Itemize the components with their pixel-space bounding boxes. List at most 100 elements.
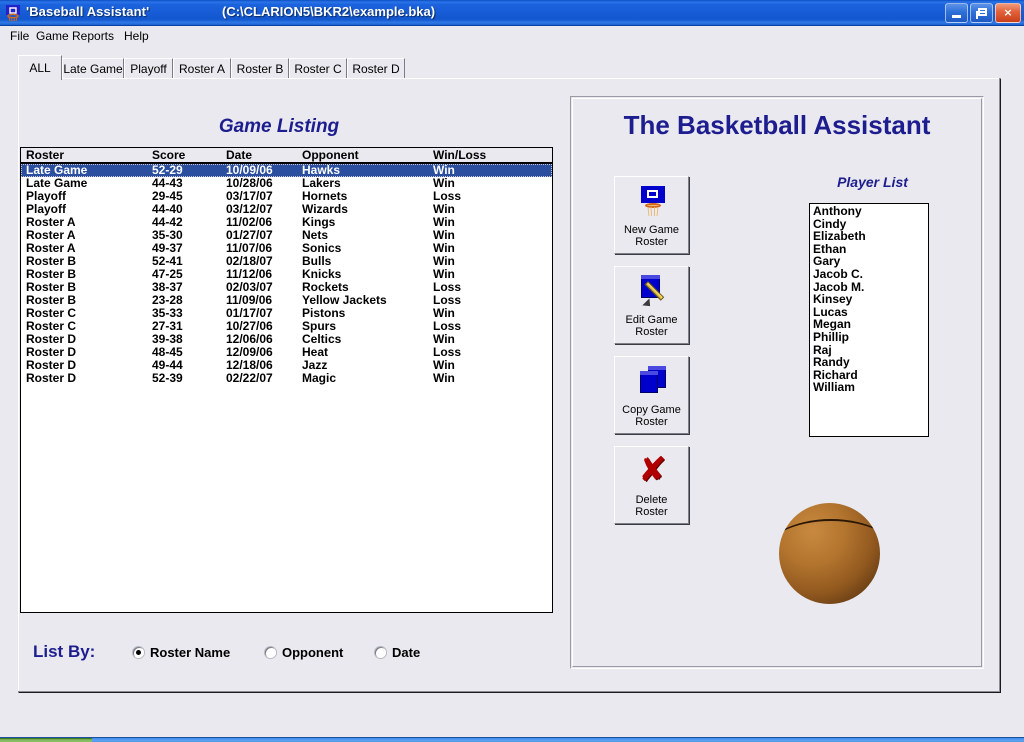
- window-controls: ×: [945, 3, 1021, 23]
- close-button[interactable]: ×: [995, 3, 1021, 23]
- player-list-box[interactable]: AnthonyCindyElizabethEthanGaryJacob C.Ja…: [809, 203, 929, 437]
- button-label-line2: Roster: [615, 236, 688, 248]
- menu-item-reports[interactable]: Reports: [68, 28, 118, 44]
- table-row[interactable]: Roster B52-4102/18/07BullsWin: [21, 255, 552, 268]
- column-header-date[interactable]: Date: [226, 148, 252, 162]
- copy-pages-icon: [615, 360, 690, 404]
- menu-item-file[interactable]: File: [6, 28, 33, 44]
- menu-item-game[interactable]: Game: [32, 28, 73, 44]
- list-item[interactable]: Randy: [810, 356, 928, 369]
- hoop-square: [647, 190, 658, 198]
- column-header-opponent[interactable]: Opponent: [302, 148, 359, 162]
- tab-roster-c[interactable]: Roster C: [289, 58, 347, 79]
- button-label-line1: Edit Game: [615, 314, 688, 326]
- copy-game-roster-button[interactable]: Copy GameRoster: [614, 356, 689, 434]
- list-item[interactable]: Anthony: [810, 205, 928, 218]
- radio-dot-icon: [265, 647, 276, 658]
- list-item[interactable]: Phillip: [810, 331, 928, 344]
- button-label-line2: Roster: [615, 416, 688, 428]
- radio-opponent[interactable]: Opponent: [265, 645, 343, 661]
- new-game-roster-button[interactable]: New GameRoster: [614, 176, 689, 254]
- table-row[interactable]: Roster C35-3301/17/07PistonsWin: [21, 307, 552, 320]
- basketball-seam-horizontal: [779, 519, 880, 593]
- close-icon: ×: [996, 4, 1020, 22]
- radio-date[interactable]: Date: [375, 645, 420, 661]
- table-row[interactable]: Late Game52-2910/09/06HawksWin: [21, 164, 552, 177]
- copy-page-back-top: [648, 366, 666, 370]
- table-row[interactable]: Late Game44-4310/28/06LakersWin: [21, 177, 552, 190]
- title-bar: 'Baseball Assistant' (C:\CLARION5\BKR2\e…: [0, 0, 1024, 26]
- game-listing-header: Roster Score Date Opponent Win/Loss: [21, 148, 552, 164]
- cell-date: 02/22/07: [226, 372, 273, 385]
- tab-all[interactable]: ALL: [18, 55, 62, 80]
- table-row[interactable]: Roster A44-4211/02/06KingsWin: [21, 216, 552, 229]
- cell-winloss: Win: [433, 372, 455, 385]
- game-listing-listbox[interactable]: Roster Score Date Opponent Win/Loss Late Gam…: [20, 147, 553, 613]
- list-item[interactable]: Elizabeth: [810, 230, 928, 243]
- game-listing-title: Game Listing: [21, 116, 537, 138]
- list-item[interactable]: William: [810, 381, 928, 394]
- window-title: 'Baseball Assistant': [26, 4, 149, 19]
- table-row[interactable]: Playoff29-4503/17/07HornetsLoss: [21, 190, 552, 203]
- minimize-button[interactable]: [945, 3, 968, 23]
- table-row[interactable]: Roster D48-4512/09/06HeatLoss: [21, 346, 552, 359]
- column-header-score[interactable]: Score: [152, 148, 185, 162]
- table-row[interactable]: Roster A49-3711/07/06SonicsWin: [21, 242, 552, 255]
- radio-roster-name[interactable]: Roster Name: [133, 645, 230, 661]
- start-button[interactable]: [0, 738, 92, 742]
- table-row[interactable]: Roster B47-2511/12/06KnicksWin: [21, 268, 552, 281]
- delete-x-mark: ✘: [615, 452, 690, 488]
- radio-label: Opponent: [282, 645, 343, 660]
- table-row[interactable]: Roster B23-2811/09/06Yellow JacketsLoss: [21, 294, 552, 307]
- delete-x-icon: ✘: [615, 450, 690, 494]
- button-label-line2: Roster: [615, 506, 688, 518]
- cell-roster: Roster D: [26, 372, 76, 385]
- list-item[interactable]: Jacob C.: [810, 268, 928, 281]
- window-file-path: (C:\CLARION5\BKR2\example.bka): [222, 4, 435, 19]
- list-by-label: List By:: [33, 642, 95, 662]
- edit-pencil-icon: [615, 270, 690, 314]
- column-header-roster[interactable]: Roster: [26, 148, 64, 162]
- tab-late-game[interactable]: Late Game: [62, 58, 124, 79]
- menu-item-help[interactable]: Help: [120, 28, 153, 44]
- tab-playoff[interactable]: Playoff: [124, 58, 173, 79]
- table-row[interactable]: Roster D39-3812/06/06CelticsWin: [21, 333, 552, 346]
- button-label-line1: New Game: [615, 224, 688, 236]
- cell-opponent: Magic: [302, 372, 336, 385]
- restore-icon-back: [976, 11, 985, 19]
- player-list-title: Player List: [800, 174, 945, 190]
- table-row[interactable]: Playoff44-4003/12/07WizardsWin: [21, 203, 552, 216]
- pencil-tip: [642, 298, 653, 309]
- radio-dot-icon: [375, 647, 386, 658]
- button-label-line1: Delete: [615, 494, 688, 506]
- basketball-hoop-icon: [4, 4, 22, 22]
- radio-label: Roster Name: [150, 645, 230, 660]
- tab-roster-d[interactable]: Roster D: [347, 58, 405, 79]
- table-row[interactable]: Roster B38-3702/03/07RocketsLoss: [21, 281, 552, 294]
- column-header-winloss[interactable]: Win/Loss: [433, 148, 486, 162]
- table-row[interactable]: Roster A35-3001/27/07NetsWin: [21, 229, 552, 242]
- minimize-icon: [952, 15, 961, 18]
- radio-label: Date: [392, 645, 420, 660]
- cell-score: 52-39: [152, 372, 183, 385]
- copy-page-front-top: [640, 371, 658, 375]
- hoop-net: [647, 207, 659, 216]
- table-row[interactable]: Roster D 52-39 02/22/07 Magic Win: [21, 372, 552, 385]
- application-window: 'Baseball Assistant' (C:\CLARION5\BKR2\e…: [0, 0, 1024, 742]
- delete-roster-button[interactable]: ✘ DeleteRoster: [614, 446, 689, 524]
- edit-page-top: [641, 275, 660, 279]
- basketball-hoop-icon: [615, 180, 690, 224]
- assistant-title: The Basketball Assistant: [572, 110, 982, 141]
- tab-roster-a[interactable]: Roster A: [173, 58, 231, 79]
- edit-game-roster-button[interactable]: Edit GameRoster: [614, 266, 689, 344]
- table-row[interactable]: Roster C27-3110/27/06SpursLoss: [21, 320, 552, 333]
- restore-button[interactable]: [970, 3, 993, 23]
- taskbar[interactable]: [0, 737, 1024, 742]
- list-item[interactable]: Kinsey: [810, 293, 928, 306]
- basketball-image: [779, 503, 880, 604]
- button-label-line2: Roster: [615, 326, 688, 338]
- menu-bar: FileGameReportsHelp: [0, 26, 1024, 46]
- tab-roster-b[interactable]: Roster B: [231, 58, 289, 79]
- radio-dot-icon: [133, 647, 144, 658]
- table-row[interactable]: Roster D49-4412/18/06JazzWin: [21, 359, 552, 372]
